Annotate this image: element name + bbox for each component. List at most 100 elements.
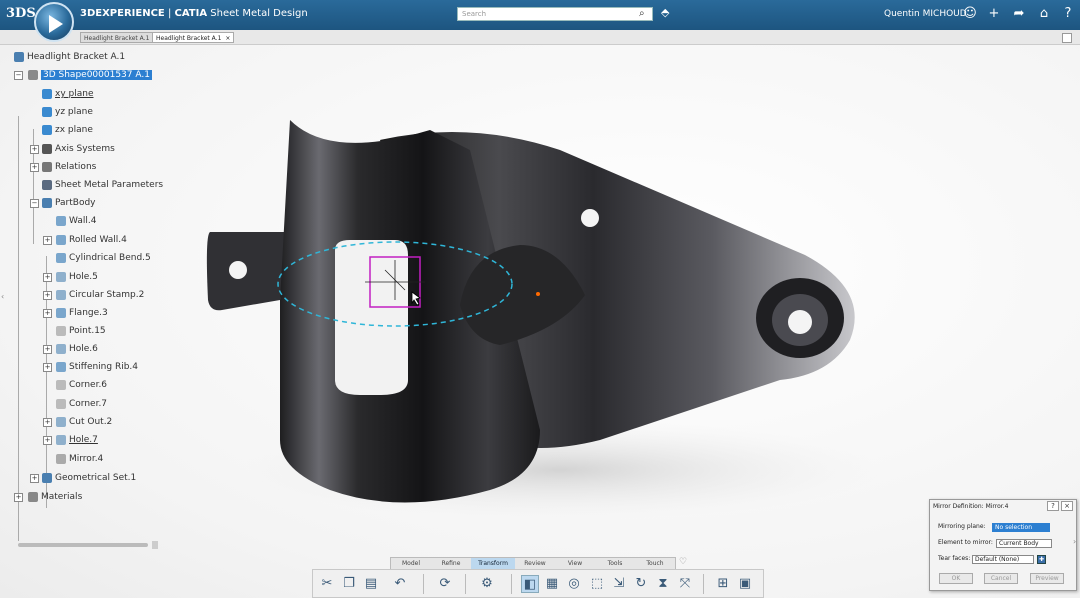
share-icon[interactable]: ➦ — [1011, 6, 1027, 22]
action-bar: ✂ ❐ ▤ ↶ ⟳ ⚙ ◧ ▦ ◎ ⬚ ⇲ ↻ ⧗ ⤧ ⊞ ▣ — [312, 569, 764, 598]
tear-faces-field[interactable]: Default (None) — [972, 555, 1034, 564]
tree-item-geometrical-set[interactable]: Geometrical Set.1 — [42, 471, 136, 485]
tree-part[interactable]: 3D Shape00001537 A.1 — [28, 68, 152, 82]
cut-out — [335, 240, 408, 395]
expand-icon[interactable]: + — [43, 363, 52, 372]
tree-item-relations[interactable]: Relations — [42, 160, 96, 174]
body-icon — [42, 197, 52, 208]
ok-button[interactable]: OK — [939, 573, 973, 584]
expand-icon[interactable]: + — [43, 345, 52, 354]
user-icon[interactable]: ☺ — [962, 6, 978, 22]
tree-item-rolled-wall[interactable]: Rolled Wall.4 — [56, 233, 127, 247]
add-icon[interactable]: + — [986, 6, 1002, 22]
search-icon[interactable]: ⌕ — [639, 8, 645, 19]
collapse-icon[interactable]: − — [14, 71, 23, 80]
tree-item-hole-6[interactable]: Hole.6 — [56, 342, 98, 356]
close-icon[interactable]: × — [225, 35, 230, 42]
hole-icon — [56, 434, 66, 445]
tab-document-2[interactable]: Headlight Bracket A.1 × — [152, 32, 235, 43]
expand-icon[interactable]: + — [43, 291, 52, 300]
rib-icon — [56, 361, 66, 372]
tree-item-hole-7[interactable]: Hole.7 — [56, 433, 98, 447]
circular-pattern-icon[interactable]: ◎ — [565, 575, 583, 593]
translation-icon[interactable]: ⇲ — [610, 575, 628, 593]
compass-icon[interactable] — [34, 2, 74, 42]
tree-item-axis-systems[interactable]: Axis Systems — [42, 142, 115, 156]
tree-scrollbar[interactable] — [18, 543, 148, 547]
cut-icon[interactable]: ✂ — [318, 575, 336, 593]
mirror-icon[interactable]: ◧ — [521, 575, 539, 593]
tree-item-sheet-metal-parameters[interactable]: Sheet Metal Parameters — [42, 178, 163, 192]
user-pattern-icon[interactable]: ⬚ — [588, 575, 606, 593]
expand-icon[interactable]: + — [30, 163, 39, 172]
maximize-icon[interactable] — [1062, 33, 1072, 43]
part-icon — [28, 69, 38, 80]
tree-item-wall[interactable]: Wall.4 — [56, 214, 96, 228]
tree-item-circular-stamp[interactable]: Circular Stamp.2 — [56, 288, 144, 302]
close-button[interactable]: × — [1061, 501, 1073, 511]
tree-item-materials[interactable]: Materials — [28, 490, 82, 504]
expand-icon[interactable]: + — [43, 436, 52, 445]
plane-icon — [42, 88, 52, 99]
symmetry-icon[interactable]: ⧗ — [654, 575, 672, 593]
update-icon[interactable]: ⟳ — [436, 575, 454, 593]
expand-icon[interactable]: + — [14, 493, 23, 502]
expand-icon[interactable]: + — [43, 418, 52, 427]
point-marker — [536, 292, 540, 296]
tree-item-yz-plane[interactable]: yz plane — [42, 105, 93, 119]
expand-icon[interactable]: + — [30, 145, 39, 154]
cancel-button[interactable]: Cancel — [984, 573, 1018, 584]
rotation-icon[interactable]: ↻ — [632, 575, 650, 593]
user-name[interactable]: Quentin MICHOUD — [884, 9, 967, 19]
tree-item-zx-plane[interactable]: zx plane — [42, 123, 93, 137]
ds-logo-icon[interactable]: 3DS — [6, 6, 36, 21]
tree-item-corner-7[interactable]: Corner.7 — [56, 397, 107, 411]
expand-icon[interactable]: + — [43, 309, 52, 318]
tree-item-flange[interactable]: Flange.3 — [56, 306, 108, 320]
hole-icon — [56, 343, 66, 354]
favorites-icon[interactable]: ♡ — [679, 557, 687, 567]
preview-button[interactable]: Preview — [1030, 573, 1064, 584]
transform-icon[interactable]: ⚙ — [478, 575, 496, 593]
rectangular-pattern-icon[interactable]: ▦ — [543, 575, 561, 593]
paste-icon[interactable]: ▤ — [362, 575, 380, 593]
panel-collapse-icon[interactable]: ‹ — [1, 292, 4, 301]
tree-item-corner-6[interactable]: Corner.6 — [56, 378, 107, 392]
collapse-icon[interactable]: − — [30, 199, 39, 208]
specification-tree: Headlight Bracket A.1 − 3D Shape00001537… — [0, 44, 165, 541]
undo-icon[interactable]: ↶ — [391, 575, 409, 593]
expand-icon[interactable]: + — [30, 474, 39, 483]
home-icon[interactable]: ⌂ — [1036, 6, 1052, 22]
tree-item-hole-5[interactable]: Hole.5 — [56, 270, 98, 284]
help-button[interactable]: ? — [1047, 501, 1059, 511]
tree-item-cut-out[interactable]: Cut Out.2 — [56, 415, 112, 429]
panel-expand-icon[interactable]: › — [1073, 537, 1076, 546]
tree-root[interactable]: Headlight Bracket A.1 — [14, 50, 125, 64]
tag-icon[interactable]: ⬘ — [661, 6, 669, 19]
tree-item-mirror[interactable]: Mirror.4 — [56, 452, 103, 466]
axis-system-icon — [42, 143, 52, 154]
tree-item-stiffening-rib[interactable]: Stiffening Rib.4 — [56, 360, 138, 374]
measure-icon[interactable]: ⊞ — [714, 575, 732, 593]
tree-scrollbar-end[interactable] — [152, 541, 158, 549]
axis-to-axis-icon[interactable]: ⤧ — [676, 575, 694, 593]
expand-icon[interactable]: + — [43, 273, 52, 282]
tree-item-point[interactable]: Point.15 — [56, 324, 106, 338]
tree-item-partbody[interactable]: PartBody — [42, 196, 96, 210]
tab-document-1[interactable]: Headlight Bracket A.1 — [80, 32, 154, 43]
search-input[interactable]: Search — [457, 7, 653, 21]
tab-hole — [229, 261, 247, 279]
left-tab[interactable] — [206, 232, 290, 311]
mirroring-plane-field[interactable]: No selection — [992, 523, 1050, 532]
analysis-icon[interactable]: ▣ — [736, 575, 754, 593]
mirror-icon — [56, 453, 66, 464]
copy-icon[interactable]: ❐ — [340, 575, 358, 593]
expand-icon[interactable]: + — [43, 236, 52, 245]
tear-faces-select-icon[interactable]: ✚ — [1037, 555, 1046, 564]
corner-icon — [56, 379, 66, 390]
help-icon[interactable]: ? — [1060, 6, 1076, 22]
element-to-mirror-field[interactable]: Current Body — [996, 539, 1052, 548]
tree-item-xy-plane[interactable]: xy plane — [42, 87, 93, 101]
relations-icon — [42, 161, 52, 172]
tree-item-cylindrical-bend[interactable]: Cylindrical Bend.5 — [56, 251, 151, 265]
